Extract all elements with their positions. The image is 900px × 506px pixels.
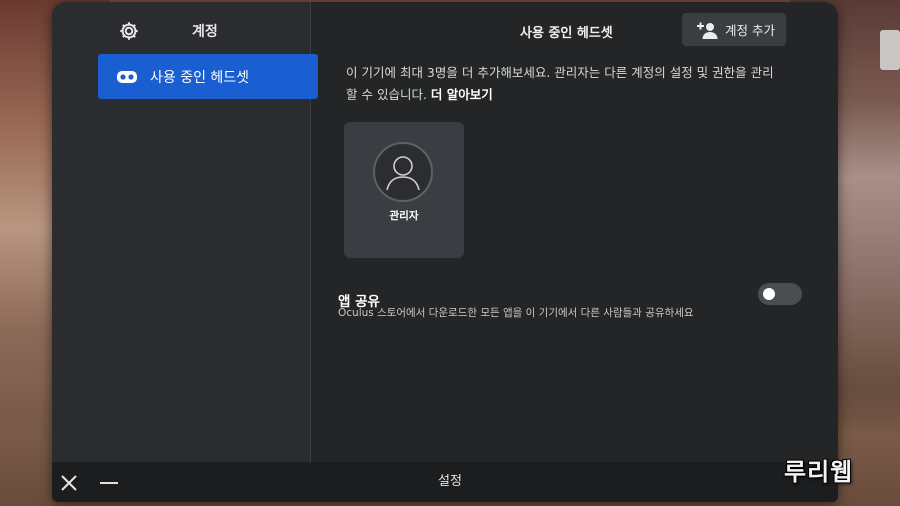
- close-icon[interactable]: [60, 474, 78, 492]
- app-share-description: Oculus 스토어에서 다운로드한 모든 앱을 이 기기에서 다른 사람들과 …: [338, 307, 694, 319]
- page-title: 사용 중인 헤드셋: [520, 26, 613, 41]
- settings-panel: 계정 사용 중인 헤드셋 사용 중인 헤드셋 계정 추가 이 기기에 최대 3명…: [52, 2, 838, 502]
- sidebar-header: 계정: [52, 2, 310, 54]
- watermark: 루리웹: [784, 458, 854, 486]
- gear-icon[interactable]: [118, 20, 140, 42]
- bottom-bar-title: 설정: [438, 474, 462, 489]
- avatar: [373, 142, 433, 202]
- description-text: 이 기기에 최대 3명을 더 추가해보세요. 관리자는 다른 계정의 설정 및 …: [346, 65, 774, 102]
- sidebar-item-label: 사용 중인 헤드셋: [150, 69, 250, 86]
- headset-icon: [117, 70, 137, 83]
- toggle-knob: [763, 288, 775, 300]
- bottom-bar: 설정: [52, 462, 838, 502]
- user-avatar-icon: [386, 156, 420, 191]
- user-name: 관리자: [389, 210, 419, 222]
- sidebar-title: 계정: [192, 24, 218, 40]
- add-account-button[interactable]: 계정 추가: [682, 13, 786, 46]
- minimize-icon[interactable]: [100, 482, 118, 484]
- add-account-label: 계정 추가: [725, 23, 775, 38]
- app-share-toggle[interactable]: [758, 283, 802, 305]
- sidebar-item-current-headset[interactable]: 사용 중인 헤드셋: [98, 54, 318, 99]
- learn-more-link[interactable]: 더 알아보기: [431, 87, 493, 102]
- sidebar: 계정 사용 중인 헤드셋: [52, 2, 318, 462]
- description: 이 기기에 최대 3명을 더 추가해보세요. 관리자는 다른 계정의 설정 및 …: [346, 62, 782, 106]
- user-card-admin[interactable]: 관리자: [344, 122, 464, 258]
- add-user-icon: [697, 22, 718, 39]
- background-pillar: [880, 30, 900, 70]
- main-content: 사용 중인 헤드셋 계정 추가 이 기기에 최대 3명을 더 추가해보세요. 관…: [310, 2, 838, 462]
